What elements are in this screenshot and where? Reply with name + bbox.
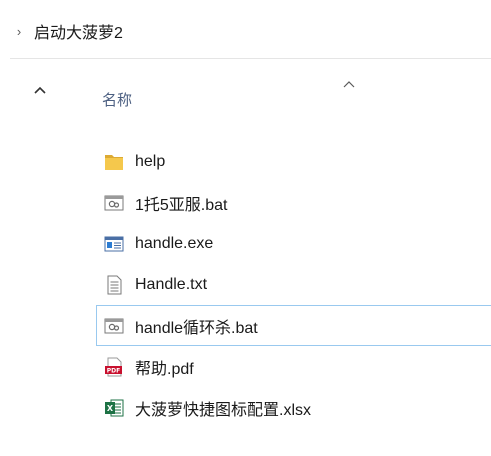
breadcrumb-separator[interactable]: › xyxy=(14,24,24,39)
column-header-label: 名称 xyxy=(102,92,133,109)
breadcrumb-current-folder[interactable]: 启动大菠萝2 xyxy=(34,19,123,43)
file-name: 大菠萝快捷图标配置.xlsx xyxy=(135,401,312,419)
file-list: help 1托5亚服.bat handle.exe Handle.txt han… xyxy=(96,141,491,428)
text-file-icon xyxy=(101,272,127,298)
file-name: 1托5亚服.bat xyxy=(135,196,228,214)
file-name: handle循环杀.bat xyxy=(135,319,258,337)
file-name: handle.exe xyxy=(135,234,214,252)
file-row[interactable]: 1托5亚服.bat xyxy=(96,182,491,223)
file-row-focused[interactable]: handle循环杀.bat xyxy=(96,305,491,346)
file-row[interactable]: Handle.txt xyxy=(96,264,491,305)
address-bar-divider xyxy=(10,58,491,59)
folder-icon xyxy=(101,149,127,175)
pdf-file-icon: PDF xyxy=(101,354,127,380)
file-row[interactable]: X 大菠萝快捷图标配置.xlsx xyxy=(96,387,491,428)
excel-file-icon: X xyxy=(101,395,127,421)
file-explorer: › 启动大菠萝2 名称 help 1托5亚服.bat handle.exe Ha… xyxy=(0,0,491,456)
executable-icon xyxy=(101,231,127,257)
file-name: help xyxy=(135,152,166,170)
batch-file-icon xyxy=(101,190,127,216)
svg-text:PDF: PDF xyxy=(107,367,120,374)
file-row[interactable]: help xyxy=(96,141,491,182)
column-header-name[interactable]: 名称 xyxy=(88,72,378,128)
svg-text:X: X xyxy=(107,404,114,413)
batch-file-icon xyxy=(101,313,127,339)
file-row[interactable]: PDF 帮助.pdf xyxy=(96,346,491,387)
sort-ascending-icon xyxy=(342,76,356,88)
collapse-chevron-up-icon[interactable] xyxy=(32,82,48,98)
file-name: 帮助.pdf xyxy=(135,360,194,378)
breadcrumb: › 启动大菠萝2 xyxy=(14,14,123,48)
file-row[interactable]: handle.exe xyxy=(96,223,491,264)
file-name: Handle.txt xyxy=(135,275,208,293)
